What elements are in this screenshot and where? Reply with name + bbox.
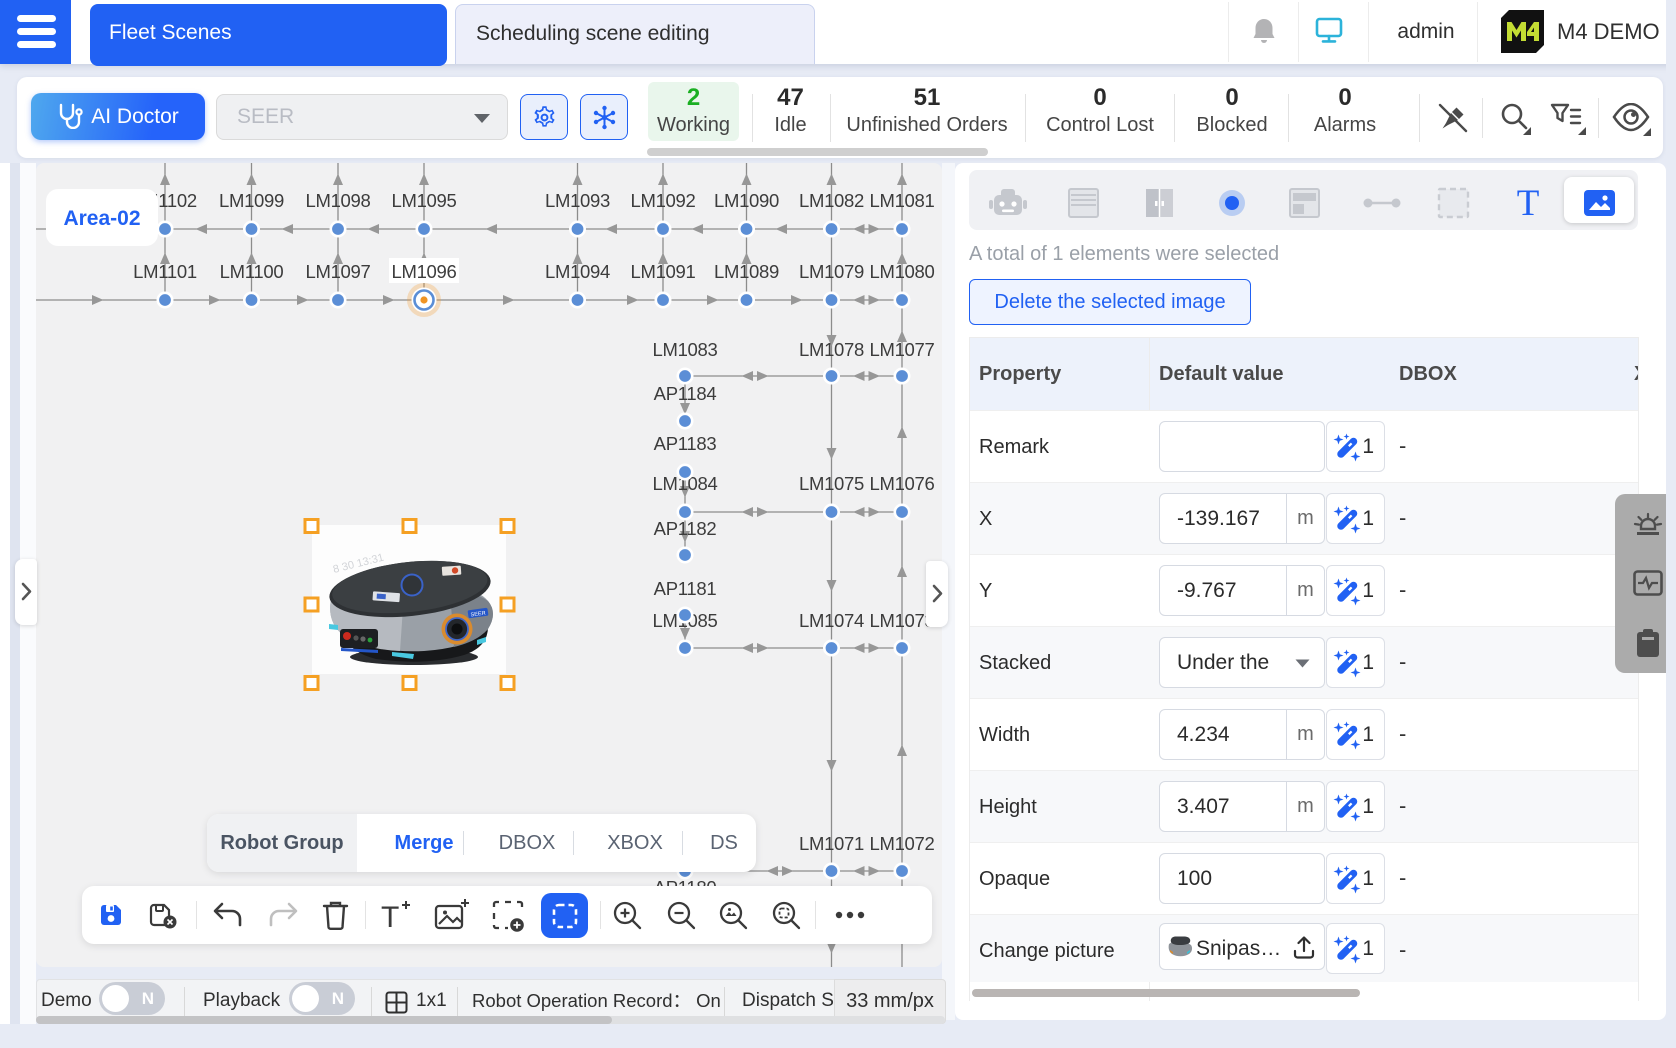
svg-text:T: T	[381, 901, 399, 932]
